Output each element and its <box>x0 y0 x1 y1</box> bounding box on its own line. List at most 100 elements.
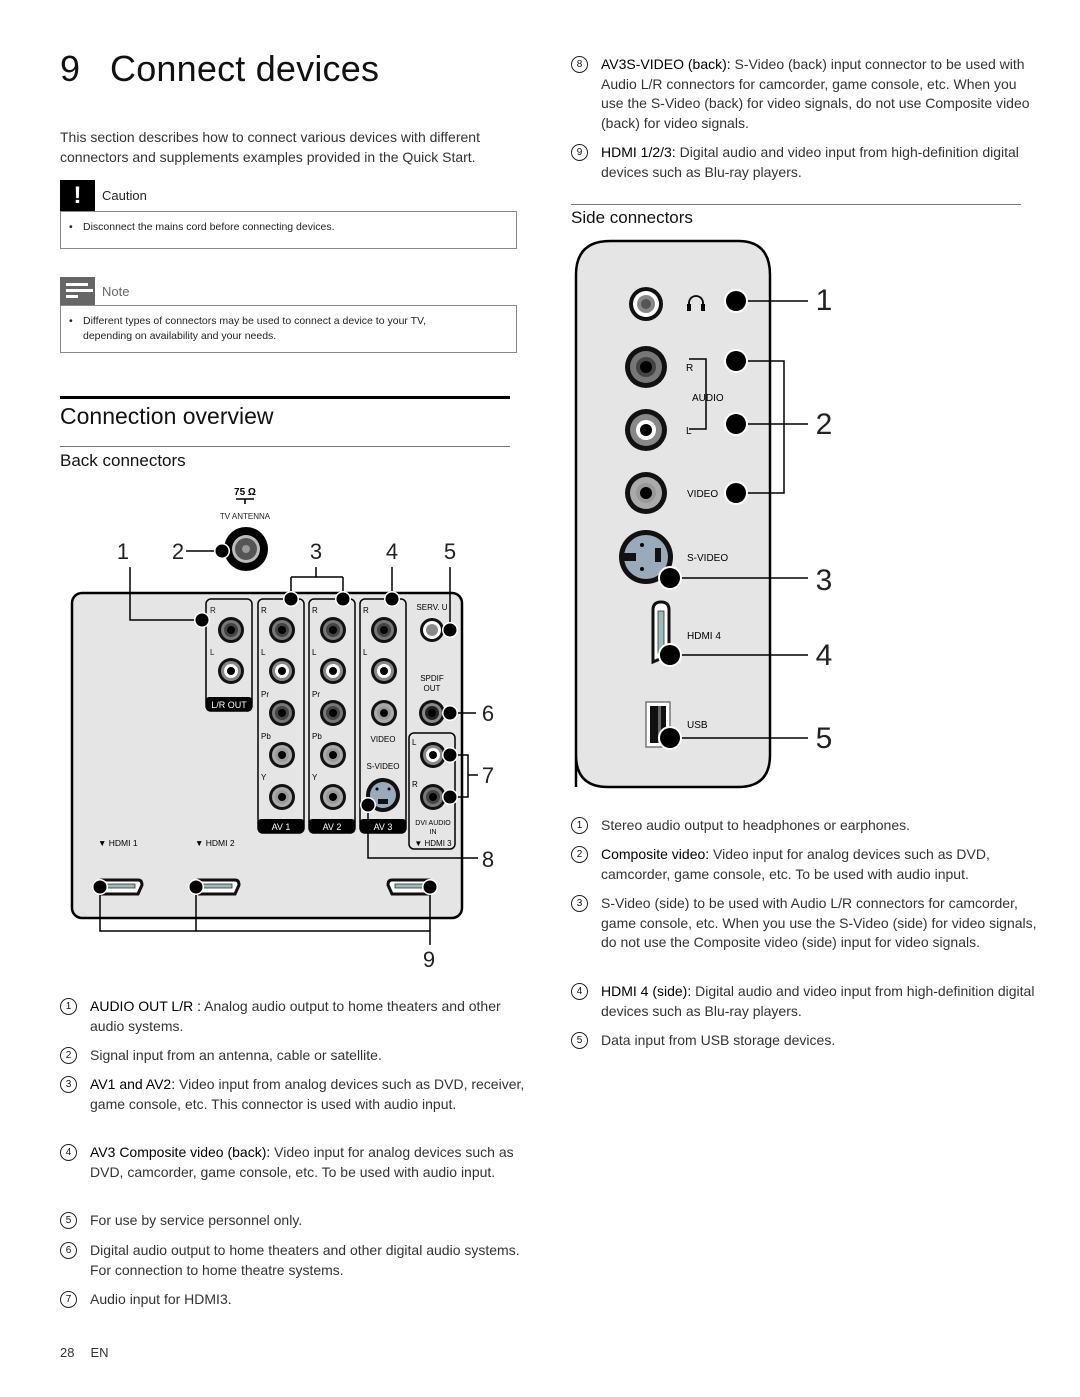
svg-text:R: R <box>312 606 318 615</box>
side-connectors-heading: Side connectors <box>571 208 693 227</box>
svg-text:Pr: Pr <box>312 690 320 699</box>
svg-text:VIDEO: VIDEO <box>371 735 396 744</box>
svg-text:R: R <box>686 363 693 374</box>
svg-text:R: R <box>210 606 216 615</box>
back-item-2: 2 Signal input from an antenna, cable or … <box>60 1046 530 1066</box>
serv-u-jack <box>420 618 444 642</box>
back-connectors-diagram: 75 Ω TV ANTENNA 1 2 3 4 5 R L L/R OUT R … <box>70 487 494 972</box>
svg-text:DVI AUDIO: DVI AUDIO <box>415 820 451 827</box>
lr-out-label: L/R OUT <box>211 700 247 710</box>
chapter-title: Connect devices <box>110 48 380 89</box>
svg-text:L: L <box>412 738 417 747</box>
back-item-9: 9 HDMI 1/2/3: Digital audio and video inp… <box>571 143 1041 182</box>
back-item-4: 4 AV3 Composite video (back): Video input… <box>60 1143 530 1182</box>
hdmi2-label: ▼ HDMI 2 <box>195 838 235 848</box>
svg-text:R: R <box>363 606 369 615</box>
page-number: 28 <box>60 1345 75 1360</box>
svg-text:AV 2: AV 2 <box>323 822 342 832</box>
hdmi1-label: ▼ HDMI 1 <box>98 838 138 848</box>
back-item-8: 8 AV3S-VIDEO (back): S-Video (back) input… <box>571 55 1041 133</box>
side-callout-3: 3 <box>816 564 833 597</box>
side-item-4: 4 HDMI 4 (side): Digital audio and video … <box>571 982 1041 1021</box>
page-footer: 28 EN <box>60 1345 125 1360</box>
svg-text:Pb: Pb <box>312 732 322 741</box>
side-item-2: 2 Composite video: Video input for analog… <box>571 845 1041 884</box>
callout-9: 9 <box>423 947 435 972</box>
svg-text:S-VIDEO: S-VIDEO <box>687 553 728 564</box>
serv-u-label: SERV. U <box>416 603 447 612</box>
side-callout-4: 4 <box>816 639 833 672</box>
note-title: Note <box>102 283 130 299</box>
audio-l-jack <box>625 409 667 451</box>
side-rule <box>571 204 1021 205</box>
callout-3: 3 <box>310 539 322 564</box>
svg-text:L: L <box>686 426 692 437</box>
svg-text:L: L <box>210 648 215 657</box>
audio-r-jack <box>625 346 667 388</box>
svg-text:AUDIO: AUDIO <box>692 393 724 404</box>
intro-paragraph: This section describes how to connect va… <box>60 129 480 165</box>
side-item-3: 3 S-Video (side) to be used with Audio L/… <box>571 894 1041 953</box>
svg-text:USB: USB <box>687 720 708 731</box>
svg-text:AV 3: AV 3 <box>374 822 393 832</box>
side-connectors-diagram: R AUDIO L VIDEO S-VIDEO HDMI 4 USB 1 2 3… <box>574 239 833 789</box>
caution-text: Disconnect the mains cord before connect… <box>83 221 335 233</box>
svg-text:S-VIDEO: S-VIDEO <box>367 762 400 771</box>
side-item-5: 5 Data input from USB storage devices. <box>571 1031 1041 1051</box>
side-panel <box>574 239 772 789</box>
caution-box: ! Caution • Disconnect the mains cord be… <box>60 180 517 249</box>
svg-text:VIDEO: VIDEO <box>687 489 718 500</box>
svg-text:Y: Y <box>312 773 318 782</box>
callout-6: 6 <box>482 701 494 726</box>
side-callout-5: 5 <box>816 722 833 755</box>
svg-text:OUT: OUT <box>424 684 441 693</box>
section-heading: Connection overview <box>60 403 274 429</box>
subsection-rule <box>60 446 510 447</box>
chapter-number: 9 <box>60 48 81 89</box>
callout-5: 5 <box>444 539 456 564</box>
back-item-3: 3 AV1 and AV2: Video input from analog de… <box>60 1075 530 1114</box>
page-title: 9 Connect devices <box>60 48 379 90</box>
back-panel <box>70 591 464 920</box>
spdif-jack <box>419 700 445 726</box>
svg-text:AV 1: AV 1 <box>272 822 291 832</box>
exclamation-icon: ! <box>60 180 95 211</box>
side-callout-2: 2 <box>816 408 833 441</box>
antenna-symbol-icon <box>236 498 254 504</box>
note-text: Different types of connectors may be use… <box>83 315 427 342</box>
video-jack <box>625 472 667 514</box>
note-box: Note • Different types of connectors may… <box>60 277 517 353</box>
back-item-5: 5 For use by service personnel only. <box>60 1211 530 1231</box>
svg-text:Pr: Pr <box>261 690 269 699</box>
caution-title: Caution <box>102 188 147 203</box>
callout-1: 1 <box>117 539 129 564</box>
hdmi3-label: ▼ HDMI 3 <box>414 839 452 848</box>
svg-text:L: L <box>363 648 368 657</box>
note-lines-icon <box>60 277 95 305</box>
back-item-7: 7 Audio input for HDMI3. <box>60 1290 530 1310</box>
section-rule <box>60 396 510 399</box>
svg-text:R: R <box>412 780 418 789</box>
antenna-jack <box>224 527 268 571</box>
back-connectors-heading: Back connectors <box>60 451 186 470</box>
callout-7: 7 <box>482 763 494 788</box>
language-code: EN <box>90 1345 109 1360</box>
svg-text:L: L <box>312 648 317 657</box>
svg-text:Pb: Pb <box>261 732 271 741</box>
headphone-jack <box>629 287 663 321</box>
side-callout-1: 1 <box>816 284 833 317</box>
back-item-6: 6 Digital audio output to home theaters a… <box>60 1241 530 1280</box>
svg-text:IN: IN <box>430 829 437 836</box>
callout-4: 4 <box>386 539 398 564</box>
svg-text:Y: Y <box>261 773 267 782</box>
side-item-1: 1 Stereo audio output to headphones or ea… <box>571 816 1041 836</box>
svg-text:SPDIF: SPDIF <box>420 674 444 683</box>
antenna-label: TV ANTENNA <box>220 512 271 521</box>
svg-text:R: R <box>261 606 267 615</box>
svg-text:HDMI 4: HDMI 4 <box>687 631 721 642</box>
svg-text:L: L <box>261 648 266 657</box>
callout-8: 8 <box>482 847 494 872</box>
back-item-1: 1 AUDIO OUT L/R : Analog audio output to … <box>60 997 530 1036</box>
antenna-ohm: 75 Ω <box>234 487 256 498</box>
callout-2: 2 <box>172 539 184 564</box>
